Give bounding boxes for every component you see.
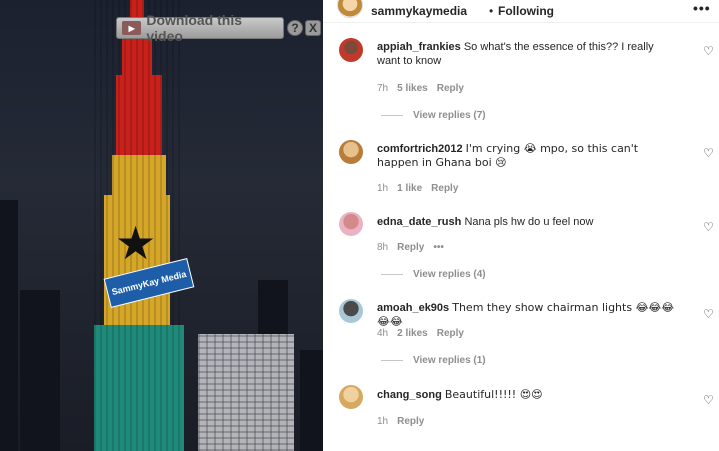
comment-likes[interactable]: 5 likes [397,83,428,94]
comment-time: 4h [377,328,389,339]
comment-username[interactable]: edna_date_rush [377,216,461,228]
comment-time: 7h [377,83,389,94]
background-building [0,200,18,451]
following-button[interactable]: Following [498,4,554,18]
reply-button[interactable]: Reply [397,416,424,427]
heart-icon[interactable]: ♡ [703,393,714,407]
comment-meta: 7h 5 likes Reply [377,83,464,94]
comment-time: 1h [377,416,389,427]
video-player[interactable]: ★ SammyKay Media ▶ Download this video ?… [0,0,323,451]
comment-likes[interactable]: 1 like [397,183,422,194]
reply-button[interactable]: Reply [437,83,464,94]
divider-line [381,115,403,116]
view-replies-label: View replies (4) [413,269,486,280]
download-label: Download this video [146,12,243,44]
view-replies-label: View replies (7) [413,110,486,121]
heart-icon[interactable]: ♡ [703,146,714,160]
close-button[interactable]: X [305,20,321,36]
comment-time: 1h [377,183,389,194]
comment-username[interactable]: amoah_ek90s [377,302,449,314]
avatar[interactable] [337,0,363,18]
side-building [198,334,294,451]
background-building [20,290,60,451]
reply-button[interactable]: Reply [437,328,464,339]
avatar[interactable] [339,140,363,164]
download-toolbar: ▶ Download this video ? X [116,12,323,44]
avatar[interactable] [339,385,363,409]
star-icon: ★ [115,216,157,270]
comment-body: Beautiful!!!!! 😍😍 [444,388,543,401]
comment-meta: 1h 1 like Reply [377,183,458,194]
avatar[interactable] [339,212,363,236]
more-options-icon[interactable]: ••• [693,0,711,16]
comment-username[interactable]: chang_song [377,389,442,401]
comment-time: 8h [377,242,389,253]
play-icon: ▶ [122,21,142,35]
comment-text: comfortrich2012 I'm crying 😭 mpo, so thi… [377,142,677,170]
heart-icon[interactable]: ♡ [703,307,714,321]
avatar[interactable] [339,38,363,62]
heart-icon[interactable]: ♡ [703,220,714,234]
avatar[interactable] [339,299,363,323]
comment-text: edna_date_rush Nana pls hw do u feel now [377,215,677,229]
background-building [300,350,323,451]
comments-panel: sammykaymedia • Following ••• appiah_fra… [323,0,719,451]
comment-meta: 1h Reply [377,416,424,427]
download-video-button[interactable]: ▶ Download this video [116,12,284,44]
separator-dot: • [489,4,494,18]
comment-text: chang_song Beautiful!!!!! 😍😍 [377,388,677,402]
reply-button[interactable]: Reply [431,183,458,194]
divider-line [381,360,403,361]
comment-text: appiah_frankies So what's the essence of… [377,40,677,68]
header-username[interactable]: sammykaymedia [371,4,467,18]
post-header: sammykaymedia • Following ••• [323,0,719,23]
help-button[interactable]: ? [287,20,303,36]
divider-line [381,274,403,275]
comment-likes[interactable]: 2 likes [397,328,428,339]
view-replies-label: View replies (1) [413,355,486,366]
comment-options-icon[interactable]: ••• [433,242,444,253]
comment-username[interactable]: appiah_frankies [377,41,461,53]
comment-text: amoah_ek90s Them they show chairman ligh… [377,301,677,329]
view-replies-button[interactable]: View replies (1) [381,355,486,366]
reply-button[interactable]: Reply [397,242,424,253]
comment-meta: 8h Reply ••• [377,242,444,253]
comment-username[interactable]: comfortrich2012 [377,143,463,155]
view-replies-button[interactable]: View replies (7) [381,110,486,121]
comment-body: Nana pls hw do u feel now [464,216,594,228]
heart-icon[interactable]: ♡ [703,44,714,58]
comment-meta: 4h 2 likes Reply [377,328,464,339]
view-replies-button[interactable]: View replies (4) [381,269,486,280]
